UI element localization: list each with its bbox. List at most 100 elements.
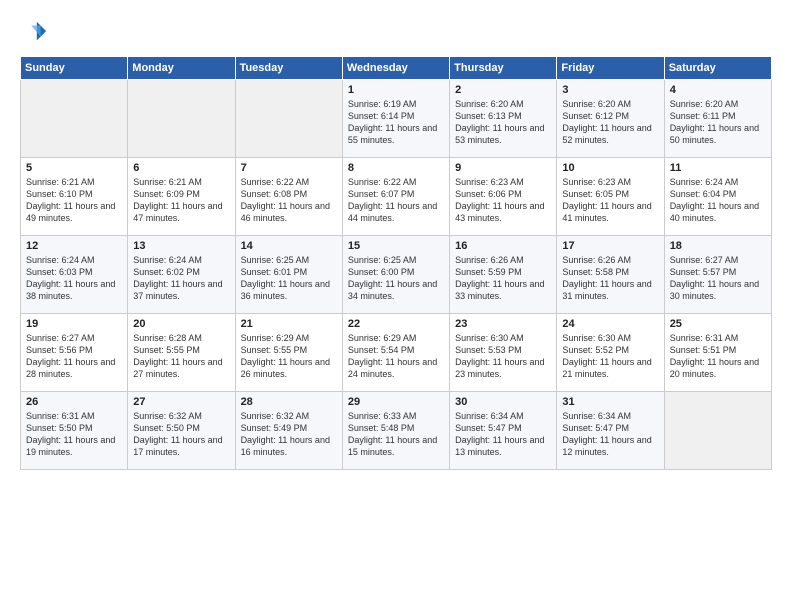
day-number: 4: [670, 84, 766, 96]
calendar-cell: [21, 80, 128, 158]
day-number: 9: [455, 162, 551, 174]
day-number: 26: [26, 396, 122, 408]
day-number: 6: [133, 162, 229, 174]
day-number: 31: [562, 396, 658, 408]
cell-info: Sunrise: 6:23 AMSunset: 6:06 PMDaylight:…: [455, 177, 544, 223]
calendar-cell: 28Sunrise: 6:32 AMSunset: 5:49 PMDayligh…: [235, 392, 342, 470]
day-number: 16: [455, 240, 551, 252]
calendar-cell: 16Sunrise: 6:26 AMSunset: 5:59 PMDayligh…: [450, 236, 557, 314]
calendar-cell: 30 Sunrise: 6:34 AMSunset: 5:47 PMDayligh…: [450, 392, 557, 470]
calendar-week-row: 5Sunrise: 6:21 AMSunset: 6:10 PMDaylight…: [21, 158, 772, 236]
day-number: 2: [455, 84, 551, 96]
calendar-cell: 6 Sunrise: 6:21 AMSunset: 6:09 PMDaylight…: [128, 158, 235, 236]
cell-info: Sunrise: 6:20 AMSunset: 6:13 PMDaylight:…: [455, 99, 544, 145]
calendar-cell: [235, 80, 342, 158]
day-number: 11: [670, 162, 766, 174]
calendar-body: 1 Sunrise: 6:19 AMSunset: 6:14 PMDaylight…: [21, 80, 772, 470]
col-tuesday: Tuesday: [235, 57, 342, 80]
cell-info: Sunrise: 6:24 AMSunset: 6:02 PMDaylight:…: [133, 255, 222, 301]
day-number: 8: [348, 162, 444, 174]
calendar-cell: [664, 392, 771, 470]
day-number: 13: [133, 240, 229, 252]
cell-info: Sunrise: 6:27 AMSunset: 5:56 PMDaylight:…: [26, 333, 115, 379]
calendar-cell: 29 Sunrise: 6:33 AMSunset: 5:48 PMDayligh…: [342, 392, 449, 470]
day-number: 3: [562, 84, 658, 96]
calendar-header: Sunday Monday Tuesday Wednesday Thursday…: [21, 57, 772, 80]
calendar-cell: 18 Sunrise: 6:27 AMSunset: 5:57 PMDayligh…: [664, 236, 771, 314]
calendar-cell: 9 Sunrise: 6:23 AMSunset: 6:06 PMDaylight…: [450, 158, 557, 236]
day-number: 12: [26, 240, 122, 252]
calendar-week-row: 12 Sunrise: 6:24 AMSunset: 6:03 PMDayligh…: [21, 236, 772, 314]
day-number: 7: [241, 162, 337, 174]
calendar-cell: 7Sunrise: 6:22 AMSunset: 6:08 PMDaylight…: [235, 158, 342, 236]
cell-info: Sunrise: 6:32 AMSunset: 5:49 PMDaylight:…: [241, 411, 330, 457]
calendar-page: Sunday Monday Tuesday Wednesday Thursday…: [0, 0, 792, 612]
cell-info: Sunrise: 6:21 AMSunset: 6:10 PMDaylight:…: [26, 177, 115, 223]
cell-info: Sunrise: 6:22 AMSunset: 6:07 PMDaylight:…: [348, 177, 437, 223]
calendar-cell: 26 Sunrise: 6:31 AMSunset: 5:50 PMDayligh…: [21, 392, 128, 470]
cell-info: Sunrise: 6:30 AMSunset: 5:53 PMDaylight:…: [455, 333, 544, 379]
calendar-cell: 17 Sunrise: 6:26 AMSunset: 5:58 PMDayligh…: [557, 236, 664, 314]
calendar-cell: 10 Sunrise: 6:23 AMSunset: 6:05 PMDayligh…: [557, 158, 664, 236]
calendar-cell: 19Sunrise: 6:27 AMSunset: 5:56 PMDayligh…: [21, 314, 128, 392]
col-friday: Friday: [557, 57, 664, 80]
calendar-cell: 13 Sunrise: 6:24 AMSunset: 6:02 PMDayligh…: [128, 236, 235, 314]
calendar-cell: 23Sunrise: 6:30 AMSunset: 5:53 PMDayligh…: [450, 314, 557, 392]
calendar-cell: 15Sunrise: 6:25 AMSunset: 6:00 PMDayligh…: [342, 236, 449, 314]
cell-info: Sunrise: 6:31 AMSunset: 5:50 PMDaylight:…: [26, 411, 115, 457]
day-number: 21: [241, 318, 337, 330]
day-number: 10: [562, 162, 658, 174]
cell-info: Sunrise: 6:26 AMSunset: 5:58 PMDaylight:…: [562, 255, 651, 301]
cell-info: Sunrise: 6:24 AMSunset: 6:03 PMDaylight:…: [26, 255, 115, 301]
cell-info: Sunrise: 6:20 AMSunset: 6:12 PMDaylight:…: [562, 99, 651, 145]
day-number: 15: [348, 240, 444, 252]
logo: [20, 18, 52, 46]
calendar-cell: 20Sunrise: 6:28 AMSunset: 5:55 PMDayligh…: [128, 314, 235, 392]
calendar-cell: 8 Sunrise: 6:22 AMSunset: 6:07 PMDaylight…: [342, 158, 449, 236]
cell-info: Sunrise: 6:30 AMSunset: 5:52 PMDaylight:…: [562, 333, 651, 379]
day-number: 17: [562, 240, 658, 252]
calendar-week-row: 19Sunrise: 6:27 AMSunset: 5:56 PMDayligh…: [21, 314, 772, 392]
day-number: 20: [133, 318, 229, 330]
col-monday: Monday: [128, 57, 235, 80]
calendar-week-row: 1 Sunrise: 6:19 AMSunset: 6:14 PMDaylight…: [21, 80, 772, 158]
day-number: 29: [348, 396, 444, 408]
day-number: 30: [455, 396, 551, 408]
cell-info: Sunrise: 6:21 AMSunset: 6:09 PMDaylight:…: [133, 177, 222, 223]
day-number: 22: [348, 318, 444, 330]
cell-info: Sunrise: 6:34 AMSunset: 5:47 PMDaylight:…: [455, 411, 544, 457]
cell-info: Sunrise: 6:19 AMSunset: 6:14 PMDaylight:…: [348, 99, 437, 145]
cell-info: Sunrise: 6:20 AMSunset: 6:11 PMDaylight:…: [670, 99, 759, 145]
cell-info: Sunrise: 6:34 AMSunset: 5:47 PMDaylight:…: [562, 411, 651, 457]
cell-info: Sunrise: 6:29 AMSunset: 5:54 PMDaylight:…: [348, 333, 437, 379]
col-thursday: Thursday: [450, 57, 557, 80]
col-saturday: Saturday: [664, 57, 771, 80]
calendar-week-row: 26 Sunrise: 6:31 AMSunset: 5:50 PMDayligh…: [21, 392, 772, 470]
calendar-cell: 31 Sunrise: 6:34 AMSunset: 5:47 PMDayligh…: [557, 392, 664, 470]
header: [20, 18, 772, 46]
calendar-cell: 5Sunrise: 6:21 AMSunset: 6:10 PMDaylight…: [21, 158, 128, 236]
cell-info: Sunrise: 6:31 AMSunset: 5:51 PMDaylight:…: [670, 333, 759, 379]
calendar-cell: 3 Sunrise: 6:20 AMSunset: 6:12 PMDaylight…: [557, 80, 664, 158]
day-number: 27: [133, 396, 229, 408]
cell-info: Sunrise: 6:32 AMSunset: 5:50 PMDaylight:…: [133, 411, 222, 457]
calendar-cell: 12 Sunrise: 6:24 AMSunset: 6:03 PMDayligh…: [21, 236, 128, 314]
calendar-cell: 4 Sunrise: 6:20 AMSunset: 6:11 PMDaylight…: [664, 80, 771, 158]
calendar-cell: 2 Sunrise: 6:20 AMSunset: 6:13 PMDaylight…: [450, 80, 557, 158]
calendar-cell: [128, 80, 235, 158]
calendar-cell: 21Sunrise: 6:29 AMSunset: 5:55 PMDayligh…: [235, 314, 342, 392]
cell-info: Sunrise: 6:25 AMSunset: 6:01 PMDaylight:…: [241, 255, 330, 301]
cell-info: Sunrise: 6:27 AMSunset: 5:57 PMDaylight:…: [670, 255, 759, 301]
cell-info: Sunrise: 6:23 AMSunset: 6:05 PMDaylight:…: [562, 177, 651, 223]
day-number: 14: [241, 240, 337, 252]
calendar-cell: 14 Sunrise: 6:25 AMSunset: 6:01 PMDayligh…: [235, 236, 342, 314]
day-number: 18: [670, 240, 766, 252]
day-number: 1: [348, 84, 444, 96]
calendar-cell: 25Sunrise: 6:31 AMSunset: 5:51 PMDayligh…: [664, 314, 771, 392]
calendar-table: Sunday Monday Tuesday Wednesday Thursday…: [20, 56, 772, 470]
calendar-cell: 22 Sunrise: 6:29 AMSunset: 5:54 PMDayligh…: [342, 314, 449, 392]
cell-info: Sunrise: 6:33 AMSunset: 5:48 PMDaylight:…: [348, 411, 437, 457]
logo-icon: [20, 18, 48, 46]
calendar-cell: 1 Sunrise: 6:19 AMSunset: 6:14 PMDaylight…: [342, 80, 449, 158]
cell-info: Sunrise: 6:24 AMSunset: 6:04 PMDaylight:…: [670, 177, 759, 223]
